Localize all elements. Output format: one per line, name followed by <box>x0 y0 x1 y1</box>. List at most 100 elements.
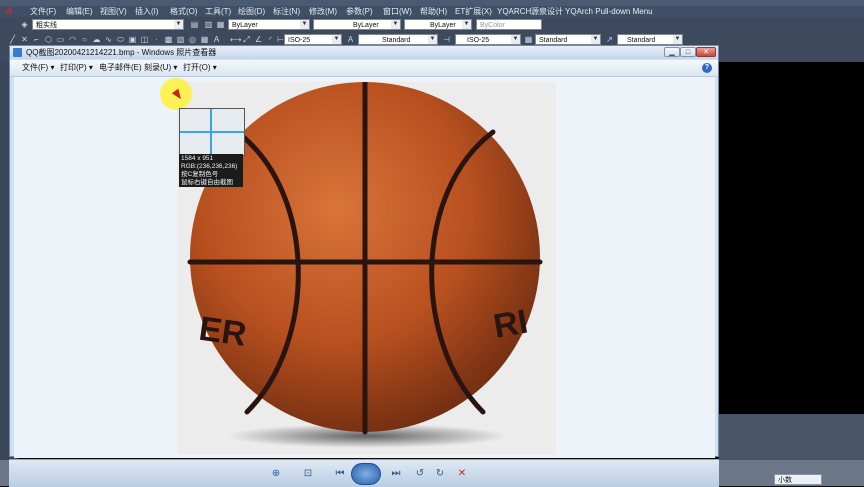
ball-print-right: RI <box>491 303 531 346</box>
multileader-style-combo-value: Standard <box>627 37 656 44</box>
region-icon[interactable]: ◎ <box>188 35 197 44</box>
layer-previous-icon[interactable]: ▥ <box>204 20 213 29</box>
menu-email-label: 电子邮件(E) <box>99 63 142 72</box>
dim-linear-icon[interactable]: ⟷ <box>230 35 241 44</box>
cad-drawing-area[interactable] <box>719 62 864 414</box>
chevron-down-icon: ▼ <box>174 20 183 29</box>
next-icon[interactable]: ⏭ <box>387 467 405 481</box>
dim-style-combo-value: ISO-25 <box>288 37 311 44</box>
copy-color-hint: 按C复制色号 <box>181 171 219 178</box>
table-icon[interactable]: ▦ <box>200 35 209 44</box>
menu-file-label: 文件(F) <box>22 63 49 72</box>
point-icon[interactable]: · <box>152 35 161 44</box>
lineweight-combo-value: ByLayer <box>430 22 456 29</box>
viewer-menubar: 文件(F) ▾ 打印(P) ▾ 电子邮件(E) 刻录(U) ▾ 打开(O) ▾ … <box>10 60 718 77</box>
color-picker-magnifier <box>179 108 245 156</box>
window-titlebar[interactable]: QQ截图20200421214221.bmp - Windows 照片查看器 ▁… <box>10 46 718 59</box>
cad-command-panel <box>719 414 864 460</box>
chevron-down-icon: ▼ <box>332 35 341 44</box>
polyline-icon[interactable]: ⌐ <box>32 35 41 44</box>
photo-viewer-window: QQ截图20200421214221.bmp - Windows 照片查看器 ▁… <box>9 45 719 458</box>
text-style-combo[interactable]: Standard ▼ <box>358 34 438 45</box>
chevron-down-icon: ▼ <box>591 35 600 44</box>
color-combo[interactable]: ByLayer ▼ <box>228 19 310 30</box>
units-combo[interactable]: 小数 <box>774 474 822 485</box>
line-icon[interactable]: ╱ <box>8 35 17 44</box>
make-current-icon[interactable]: ▤ <box>190 20 199 29</box>
units-combo-value: 小数 <box>778 477 792 484</box>
plotstyle-combo-value: ByColor <box>480 22 505 29</box>
menu-print[interactable]: 打印(P) ▾ <box>60 60 93 76</box>
dimension-style-icon[interactable]: ⊣ <box>442 35 451 44</box>
table-style-combo-value: Standard <box>539 37 568 44</box>
crosshair-horizontal <box>180 131 244 133</box>
slideshow-button[interactable] <box>351 463 381 485</box>
spline-icon[interactable]: ∿ <box>104 35 113 44</box>
ellipse-icon[interactable]: ⬭ <box>116 35 125 44</box>
color-combo-value: ByLayer <box>232 22 258 29</box>
insert-block-icon[interactable]: ▣ <box>128 35 137 44</box>
dim-style-combo-2-value: ISO-25 <box>467 37 490 44</box>
plotstyle-combo: ByColor <box>476 19 542 30</box>
layer-combo-value: 粗实线 <box>36 22 57 29</box>
hatch-icon[interactable]: ▩ <box>164 35 173 44</box>
multileader-style-combo[interactable]: Standard ▼ <box>617 34 683 45</box>
menu-burn-label: 刻录(U) <box>144 63 172 72</box>
polygon-icon[interactable]: ⬡ <box>44 35 53 44</box>
linetype-combo-value: ByLayer <box>353 22 379 29</box>
capture-size: 1584 x 951 <box>181 155 214 162</box>
menu-open-label: 打开(O) <box>183 63 211 72</box>
layer-match-icon[interactable]: ▦ <box>216 20 225 29</box>
chevron-down-icon: ▼ <box>462 20 471 29</box>
table-style-icon[interactable]: ▦ <box>524 35 533 44</box>
photo-viewer-app-icon <box>13 48 22 57</box>
image-view-area[interactable]: ER RI <box>14 77 715 458</box>
multileader-style-icon[interactable]: ↗ <box>605 35 614 44</box>
table-style-combo[interactable]: Standard ▼ <box>535 34 601 45</box>
menu-print-label: 打印(P) <box>60 63 87 72</box>
zoom-icon[interactable]: ⊕ <box>267 467 285 481</box>
make-block-icon[interactable]: ◫ <box>140 35 149 44</box>
layer-combo[interactable]: 粗实线 ▼ <box>32 19 184 30</box>
minimize-button[interactable]: ▁ <box>664 47 680 57</box>
lineweight-combo[interactable]: ByLayer ▼ <box>404 19 472 30</box>
dim-radius-icon[interactable]: ◜ <box>266 35 275 44</box>
cad-layer-toolbar: ◈ 粗实线 ▼ ▤ ▥ ▦ ByLayer ▼ ByLayer ▼ ByLaye… <box>0 17 864 33</box>
gradient-icon[interactable]: ▧ <box>176 35 185 44</box>
layer-manager-icon[interactable]: ◈ <box>20 20 29 29</box>
linetype-combo[interactable]: ByLayer ▼ <box>313 19 401 30</box>
crosshair-vertical <box>210 109 212 155</box>
dim-angular-icon[interactable]: ∠ <box>254 35 263 44</box>
window-title: QQ截图20200421214221.bmp - Windows 照片查看器 <box>26 48 217 57</box>
circle-icon[interactable]: ○ <box>80 35 89 44</box>
text-style-icon[interactable]: A <box>346 35 355 44</box>
previous-icon[interactable]: ⏮ <box>331 467 349 481</box>
maximize-button[interactable]: □ <box>680 47 696 57</box>
viewer-control-bar: ⊕ ⊡ ⏮ ⏭ ↺ ↻ ✕ <box>9 459 719 487</box>
help-icon[interactable]: ? <box>702 63 712 73</box>
rotate-right-icon[interactable]: ↻ <box>431 467 449 481</box>
dim-style-combo-2[interactable]: ISO-25 ▼ <box>455 34 521 45</box>
rectangle-icon[interactable]: ▭ <box>56 35 65 44</box>
menu-burn[interactable]: 刻录(U) ▾ <box>144 60 177 76</box>
chevron-down-icon: ▼ <box>428 35 437 44</box>
menu-email[interactable]: 电子邮件(E) <box>99 60 142 76</box>
chevron-down-icon: ▼ <box>511 35 520 44</box>
mtext-icon[interactable]: A <box>212 35 221 44</box>
construction-line-icon[interactable]: ✕ <box>20 35 29 44</box>
rotate-left-icon[interactable]: ↺ <box>411 467 429 481</box>
delete-icon[interactable]: ✕ <box>453 467 471 481</box>
menu-file[interactable]: 文件(F) ▾ <box>22 60 54 76</box>
free-capture-hint: 鼠标右键自由截图 <box>181 179 233 186</box>
arc-icon[interactable]: ◠ <box>68 35 77 44</box>
ball-print-left: ER <box>197 310 249 354</box>
close-button[interactable]: ✕ <box>696 47 716 57</box>
actual-size-icon[interactable]: ⊡ <box>299 467 317 481</box>
chevron-down-icon: ▼ <box>391 20 400 29</box>
text-style-combo-value: Standard <box>382 37 411 44</box>
cloud-icon[interactable]: ☁ <box>92 35 101 44</box>
pixel-rgb: RGB:(236,236,236) <box>181 163 238 170</box>
menu-open[interactable]: 打开(O) ▾ <box>183 60 217 76</box>
dim-aligned-icon[interactable]: ⤢ <box>242 35 251 44</box>
dim-style-combo[interactable]: ISO-25 ▼ <box>284 34 342 45</box>
